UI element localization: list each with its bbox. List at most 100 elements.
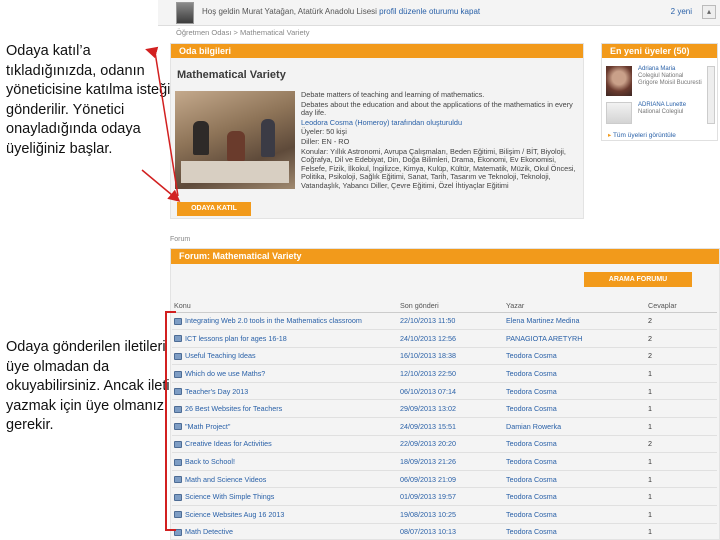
last-post-cell[interactable]: 16/10/2013 18:38 [398, 347, 504, 366]
author-cell[interactable]: PANAGIOTA ARETYRH [504, 329, 646, 348]
newest-members-header: En yeni üyeler (50) [602, 44, 717, 58]
author-cell[interactable]: Teodora Cosma [504, 399, 646, 419]
room-photo [175, 91, 295, 189]
notifications-link[interactable]: 2 yeni [671, 7, 692, 16]
table-row[interactable]: "Math Project" 24/09/2013 15:51 Damian Row… [172, 417, 717, 436]
member-name[interactable]: ADRIANA Lunette [638, 102, 702, 109]
table-header-row: Konu Son gönderi Yazar Cevaplar [172, 300, 717, 313]
topic-cell[interactable]: Science Websites Aug 16 2013 [172, 505, 398, 524]
last-post-cell[interactable]: 24/10/2013 12:56 [398, 329, 504, 348]
replies-cell: 1 [646, 364, 717, 383]
join-room-button[interactable]: ODAYA KATIL [177, 202, 251, 216]
topic-link[interactable]: Teacher's Day 2013 [185, 387, 248, 396]
topic-cell[interactable]: Math Detective [172, 523, 398, 540]
author-cell[interactable]: Teodora Cosma [504, 470, 646, 489]
topic-link[interactable]: Back to School! [185, 457, 235, 466]
last-post-cell[interactable]: 24/09/2013 15:51 [398, 417, 504, 436]
topic-link[interactable]: Math and Science Videos [185, 475, 266, 484]
last-post-cell[interactable]: 19/08/2013 10:25 [398, 505, 504, 524]
last-post-cell[interactable]: 12/10/2013 22:50 [398, 364, 504, 383]
topic-cell[interactable]: Science With Simple Things [172, 487, 398, 507]
member-avatar[interactable] [606, 102, 632, 124]
newest-members-panel: En yeni üyeler (50) Adriana Maria Colegi… [601, 43, 718, 141]
last-post-cell[interactable]: 08/07/2013 10:13 [398, 523, 504, 540]
topic-cell[interactable]: 26 Best Websites for Teachers [172, 399, 398, 419]
last-post-cell[interactable]: 06/10/2013 07:14 [398, 382, 504, 401]
topic-link[interactable]: Creative Ideas for Activities [185, 439, 272, 448]
author-cell[interactable]: Teodora Cosma [504, 435, 646, 454]
last-post-cell[interactable]: 06/09/2013 21:09 [398, 470, 504, 489]
table-row[interactable]: Math and Science Videos 06/09/2013 21:09 T… [172, 470, 717, 489]
column-header-replies[interactable]: Cevaplar [646, 300, 717, 313]
author-cell[interactable]: Elena Martinez Medina [504, 312, 646, 331]
topic-cell[interactable]: Which do we use Maths? [172, 364, 398, 383]
topic-link[interactable]: "Math Project" [185, 422, 230, 431]
author-cell[interactable]: Teodora Cosma [504, 523, 646, 540]
table-row[interactable]: Back to School! 18/09/2013 21:26 Teodora C… [172, 452, 717, 471]
author-cell[interactable]: Teodora Cosma [504, 364, 646, 383]
topic-link[interactable]: ICT lessons plan for ages 16-18 [185, 334, 287, 343]
topic-cell[interactable]: Useful Teaching Ideas [172, 347, 398, 366]
table-row[interactable]: ICT lessons plan for ages 16-18 24/10/201… [172, 329, 717, 348]
topic-icon [174, 353, 182, 361]
topic-link[interactable]: Which do we use Maths? [185, 369, 265, 378]
topic-icon [174, 405, 182, 413]
topic-link[interactable]: Science With Simple Things [185, 492, 274, 501]
members-scrollbar[interactable] [707, 66, 715, 124]
table-row[interactable]: Math Detective 08/07/2013 10:13 Teodora Co… [172, 523, 717, 540]
topic-link[interactable]: Integrating Web 2.0 tools in the Mathema… [185, 316, 362, 325]
languages-line: Diller: EN - RO [301, 136, 350, 146]
table-row[interactable]: Useful Teaching Ideas 16/10/2013 18:38 Teo… [172, 347, 717, 366]
user-avatar[interactable] [176, 2, 194, 24]
table-row[interactable]: Teacher's Day 2013 06/10/2013 07:14 Teodor… [172, 382, 717, 401]
table-row[interactable]: Creative Ideas for Activities 22/09/2013 … [172, 435, 717, 454]
all-members-label[interactable]: Tüm üyeleri görüntüle [613, 132, 676, 139]
screenshot-region: Hoş geldin Murat Yatağan, Atatürk Anadol… [158, 0, 720, 540]
author-cell[interactable]: Teodora Cosma [504, 382, 646, 401]
last-post-cell[interactable]: 29/09/2013 13:02 [398, 399, 504, 419]
author-cell[interactable]: Teodora Cosma [504, 505, 646, 524]
author-cell[interactable]: Damian Rowerka [504, 417, 646, 436]
all-members-link[interactable]: ▸ Tüm üyeleri görüntüle [608, 131, 676, 139]
topic-cell[interactable]: Creative Ideas for Activities [172, 435, 398, 454]
topic-icon [174, 335, 182, 343]
account-links[interactable]: profil düzenle oturumu kapat [379, 7, 480, 16]
column-header-last-post[interactable]: Son gönderi [398, 300, 504, 313]
description-line: Debates about the education and about th… [301, 99, 573, 118]
topic-cell[interactable]: "Math Project" [172, 417, 398, 436]
last-post-cell[interactable]: 01/09/2013 19:57 [398, 487, 504, 507]
last-post-cell[interactable]: 22/10/2013 11:50 [398, 312, 504, 331]
member-name[interactable]: Adriana Maria [638, 66, 702, 73]
table-row[interactable]: Which do we use Maths? 12/10/2013 22:50 Te… [172, 364, 717, 383]
replies-cell: 1 [646, 487, 717, 507]
table-row[interactable]: Science With Simple Things 01/09/2013 19:… [172, 487, 717, 507]
description-line: Debate matters of teaching and learning … [301, 90, 485, 99]
topic-cell[interactable]: Math and Science Videos [172, 470, 398, 489]
replies-cell: 1 [646, 382, 717, 401]
column-header-topic[interactable]: Konu [172, 300, 398, 313]
topic-link[interactable]: Math Detective [185, 527, 233, 536]
topic-cell[interactable]: Back to School! [172, 452, 398, 471]
topic-link[interactable]: 26 Best Websites for Teachers [185, 404, 282, 413]
author-cell[interactable]: Teodora Cosma [504, 347, 646, 366]
topic-cell[interactable]: Integrating Web 2.0 tools in the Mathema… [172, 312, 398, 331]
table-row[interactable]: 26 Best Websites for Teachers 29/09/2013 … [172, 399, 717, 419]
member-avatar[interactable] [606, 66, 632, 96]
scroll-up-icon[interactable]: ▴ [702, 5, 716, 19]
author-cell[interactable]: Teodora Cosma [504, 487, 646, 507]
last-post-cell[interactable]: 22/09/2013 20:20 [398, 435, 504, 454]
breadcrumb[interactable]: Öğretmen Odası > Mathematical Variety [176, 28, 309, 37]
topic-link[interactable]: Useful Teaching Ideas [185, 351, 256, 360]
topic-cell[interactable]: Teacher's Day 2013 [172, 382, 398, 401]
last-post-cell[interactable]: 18/09/2013 21:26 [398, 452, 504, 471]
column-header-author[interactable]: Yazar [504, 300, 646, 313]
author-cell[interactable]: Teodora Cosma [504, 452, 646, 471]
topic-cell[interactable]: ICT lessons plan for ages 16-18 [172, 329, 398, 348]
table-row[interactable]: Science Websites Aug 16 2013 19/08/2013 1… [172, 505, 717, 524]
topic-icon [174, 529, 182, 537]
topic-link[interactable]: Science Websites Aug 16 2013 [185, 510, 284, 519]
search-forum-button[interactable]: ARAMA FORUMU [584, 272, 692, 287]
room-name: Mathematical Variety [177, 69, 286, 81]
forum-header: Forum: Mathematical Variety [171, 249, 719, 264]
table-row[interactable]: Integrating Web 2.0 tools in the Mathema… [172, 312, 717, 331]
